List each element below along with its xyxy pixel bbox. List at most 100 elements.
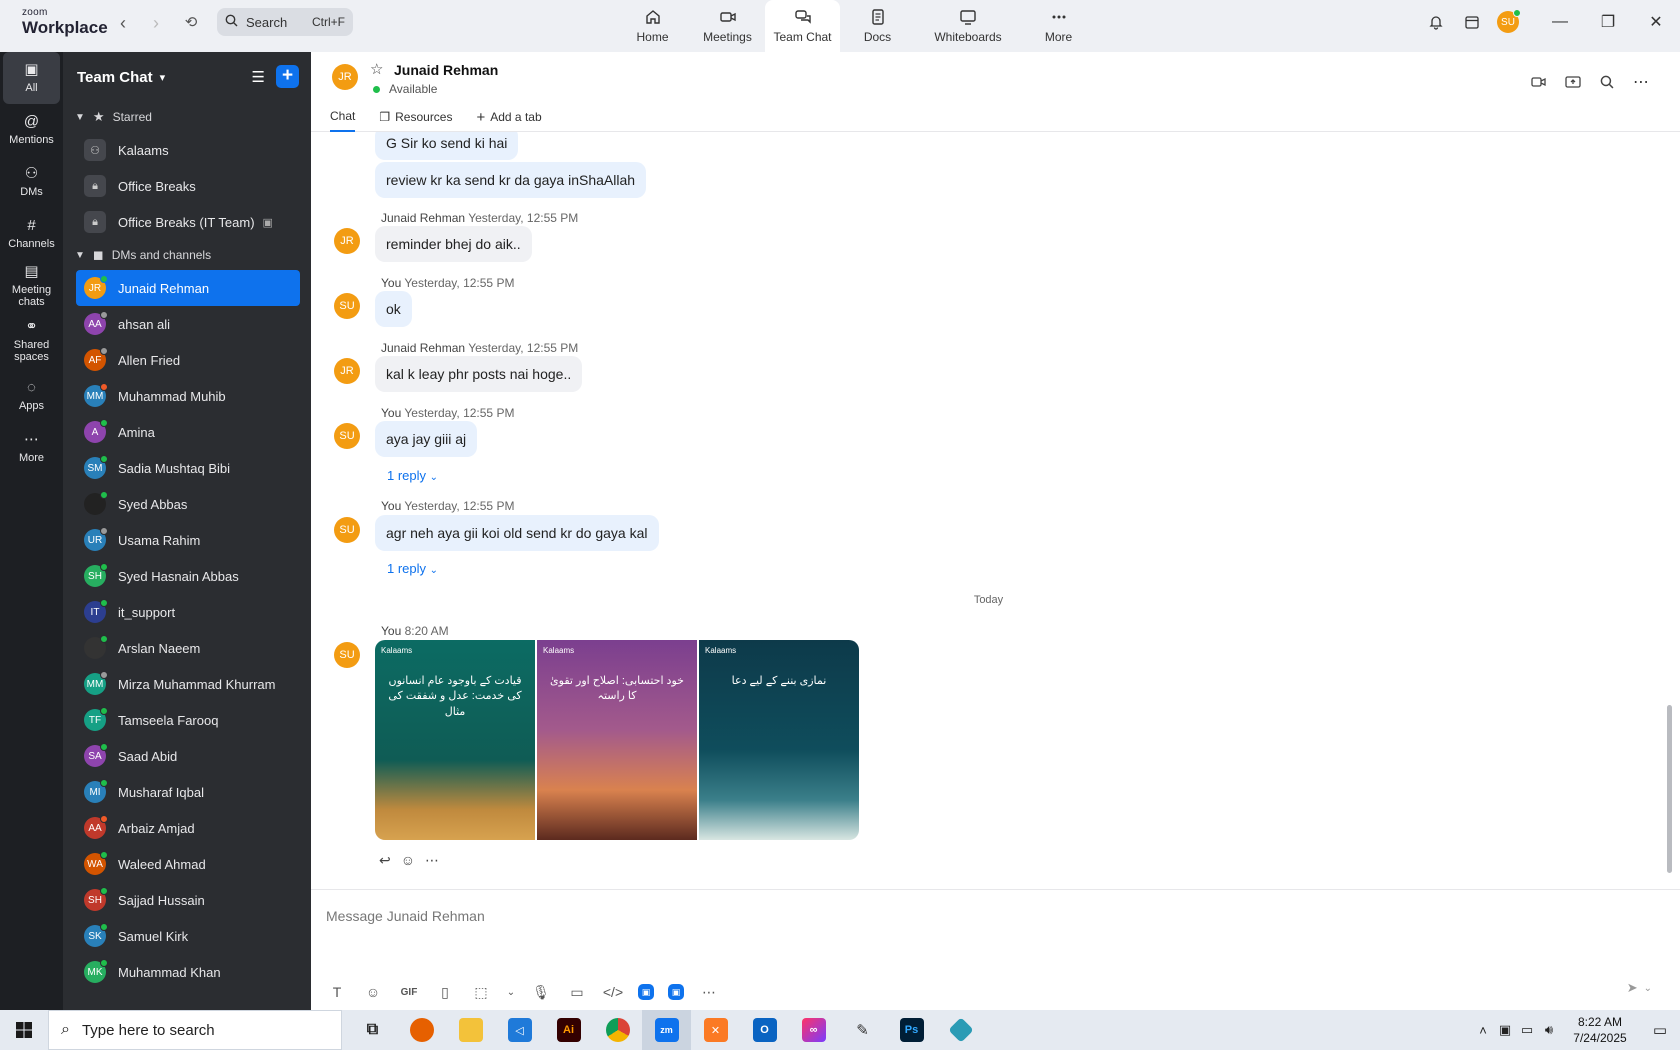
rail-all[interactable]: ▣ All bbox=[3, 52, 60, 104]
sidebar-item-dm[interactable]: IT it_support bbox=[63, 594, 300, 630]
search-icon[interactable] bbox=[1590, 64, 1624, 100]
pen-tool-icon[interactable]: ✎ bbox=[838, 1010, 887, 1050]
sidebar-item-dm[interactable]: A Amina bbox=[63, 414, 300, 450]
sidebar-item-dm[interactable]: Arslan Naeem bbox=[63, 630, 300, 666]
forward-arrow-icon[interactable]: › bbox=[145, 12, 167, 34]
image-attachment[interactable]: Kalaams نمازی بننے کے لیے دعا bbox=[699, 640, 859, 840]
sender-avatar[interactable]: SU bbox=[334, 293, 360, 319]
more-options-icon[interactable]: ⋯ bbox=[1624, 64, 1658, 100]
task-view-icon[interactable]: ⧉ bbox=[348, 1010, 397, 1050]
sender-avatar[interactable]: SU bbox=[334, 517, 360, 543]
sidebar-item-dm[interactable]: SM Sadia Mushtaq Bibi bbox=[63, 450, 300, 486]
tab-home[interactable]: Home bbox=[615, 0, 690, 52]
notifications-icon[interactable]: ▭ bbox=[1640, 1021, 1680, 1039]
message-input[interactable] bbox=[326, 904, 1626, 928]
calendar-icon[interactable] bbox=[1454, 4, 1490, 40]
file-explorer-icon[interactable] bbox=[446, 1010, 495, 1050]
message-bubble[interactable]: kal k leay phr posts nai hoge.. bbox=[375, 356, 583, 392]
search-box[interactable]: Search Ctrl+F bbox=[217, 8, 353, 36]
tab-docs[interactable]: Docs bbox=[840, 0, 915, 52]
chevron-down-icon[interactable]: ⌄ bbox=[1644, 983, 1652, 994]
sidebar-item-dm[interactable]: JR Junaid Rehman bbox=[76, 270, 300, 306]
sidebar-item-dm[interactable]: MM Muhammad Muhib bbox=[63, 378, 300, 414]
video-call-icon[interactable] bbox=[1522, 64, 1556, 100]
sidebar-item-dm[interactable]: TF Tamseela Farooq bbox=[63, 702, 300, 738]
message-bubble[interactable]: agr neh aya gii koi old send kr do gaya … bbox=[375, 515, 659, 551]
message-bubble[interactable]: reminder bhej do aik.. bbox=[375, 226, 532, 262]
chevron-down-icon[interactable]: ⌄ bbox=[506, 981, 516, 1003]
creative-cloud-icon[interactable]: ∞ bbox=[789, 1010, 838, 1050]
sidebar-item-dm[interactable]: UR Usama Rahim bbox=[63, 522, 300, 558]
chrome-icon[interactable] bbox=[593, 1010, 642, 1050]
message-bubble[interactable]: review kr ka send kr da gaya inShaAllah bbox=[375, 162, 647, 198]
sidebar-item-dm[interactable]: SK Samuel Kirk bbox=[63, 918, 300, 954]
sidebar-item-dm[interactable]: SA Saad Abid bbox=[63, 738, 300, 774]
more-options-icon[interactable]: ⋯ bbox=[425, 852, 439, 869]
sidebar-item-dm[interactable]: MK Muhammad Khan bbox=[63, 954, 300, 990]
contact-name[interactable]: Junaid Rehman bbox=[394, 62, 498, 78]
taskbar-search[interactable]: ⌕ Type here to search bbox=[48, 1010, 342, 1050]
rail-dms[interactable]: ⚇ DMs bbox=[0, 156, 63, 208]
rail-channels[interactable]: # Channels bbox=[0, 208, 63, 260]
microphone-icon[interactable]: 🎙︎ bbox=[530, 981, 552, 1003]
image-attachment[interactable]: Kalaams خود احتسابی: اصلاح اور تقویٰ کا … bbox=[537, 640, 697, 840]
send-icon[interactable]: ➤ bbox=[1627, 980, 1638, 996]
file-attach-icon[interactable]: ▯ bbox=[434, 981, 456, 1003]
sender-avatar[interactable]: SU bbox=[334, 642, 360, 668]
sidebar-title[interactable]: Team Chat bbox=[77, 69, 153, 86]
sender-avatar[interactable]: SU bbox=[334, 423, 360, 449]
photoshop-icon[interactable]: Ps bbox=[887, 1010, 936, 1050]
tab-meetings[interactable]: Meetings bbox=[690, 0, 765, 52]
firefox-icon[interactable] bbox=[397, 1010, 446, 1050]
history-icon[interactable]: ⟲ bbox=[180, 12, 202, 34]
sidebar-item-dm[interactable]: SH Syed Hasnain Abbas bbox=[63, 558, 300, 594]
tab-whiteboards[interactable]: Whiteboards bbox=[915, 0, 1021, 52]
message-bubble[interactable]: aya jay giii aj bbox=[375, 421, 478, 457]
reply-icon[interactable]: ↩ bbox=[379, 852, 391, 869]
sidebar-item-dm[interactable]: AA Arbaiz Amjad bbox=[63, 810, 300, 846]
star-icon[interactable]: ☆ bbox=[370, 60, 383, 78]
rail-shared-spaces[interactable]: ⚭ Shared spaces bbox=[0, 312, 63, 370]
sidebar-item-dm[interactable]: AA ahsan ali bbox=[63, 306, 300, 342]
network-icon[interactable]: ▭ bbox=[1516, 1022, 1538, 1038]
gif-icon[interactable]: GIF bbox=[398, 981, 420, 1003]
more-options-icon[interactable]: ⋯ bbox=[698, 981, 720, 1003]
outlook-icon[interactable]: O bbox=[740, 1010, 789, 1050]
filter-icon[interactable]: ☰ bbox=[252, 68, 265, 86]
sidebar-item-dm[interactable]: Syed Abbas bbox=[63, 486, 300, 522]
rail-apps[interactable]: ◌ Apps bbox=[0, 370, 63, 422]
code-snippet-icon[interactable]: </> bbox=[602, 981, 624, 1003]
image-attachment[interactable]: Kalaams قیادت کے باوجود عام انسانوں کی خ… bbox=[375, 640, 535, 840]
app-diamond-icon[interactable] bbox=[936, 1010, 985, 1050]
sender-avatar[interactable]: JR bbox=[334, 228, 360, 254]
reply-thread-link[interactable]: 1 reply ⌄ bbox=[387, 561, 438, 576]
share-screen-icon[interactable] bbox=[1556, 64, 1590, 100]
add-tab-button[interactable]: + Add a tab bbox=[476, 102, 541, 132]
tab-resources[interactable]: ❐ Resources bbox=[379, 102, 452, 132]
sender-avatar[interactable]: JR bbox=[334, 358, 360, 384]
volume-icon[interactable]: 🔊︎ bbox=[1538, 1022, 1560, 1038]
display-icon[interactable]: ▣ bbox=[1494, 1022, 1516, 1038]
sidebar-item-dm[interactable]: MI Musharaf Iqbal bbox=[63, 774, 300, 810]
video-message-icon[interactable]: ▭ bbox=[566, 981, 588, 1003]
illustrator-icon[interactable]: Ai bbox=[544, 1010, 593, 1050]
scrollbar[interactable] bbox=[1667, 705, 1672, 873]
contact-avatar[interactable]: JR bbox=[332, 64, 358, 90]
sidebar-item-dm[interactable]: WA Waleed Ahmad bbox=[63, 846, 300, 882]
maximize-icon[interactable]: ❐ bbox=[1584, 0, 1632, 44]
tab-chat[interactable]: Chat bbox=[330, 102, 356, 132]
sidebar-item-dm[interactable]: AF Allen Fried bbox=[63, 342, 300, 378]
rail-more[interactable]: ⋯ More bbox=[0, 422, 63, 474]
chevron-up-icon[interactable]: ˄ bbox=[1472, 1023, 1494, 1038]
new-chat-button[interactable]: + bbox=[276, 65, 299, 88]
profile-avatar-button[interactable]: SU bbox=[1490, 4, 1526, 40]
bell-icon[interactable] bbox=[1418, 4, 1454, 40]
text-format-icon[interactable]: T bbox=[326, 981, 348, 1003]
app-plugin-icon[interactable]: ▣ bbox=[638, 984, 654, 1000]
sidebar-item-kalaams[interactable]: ⚇ Kalaams bbox=[63, 132, 300, 168]
reply-thread-link[interactable]: 1 reply ⌄ bbox=[387, 468, 438, 483]
zoom-app-icon[interactable]: zm bbox=[642, 1010, 691, 1050]
sidebar-item-office-breaks-it[interactable]: 🔒︎ Office Breaks (IT Team) ▣ bbox=[63, 204, 300, 240]
whiteboard-share-icon[interactable]: ▣ bbox=[668, 984, 684, 1000]
chevron-down-icon[interactable]: ▾ bbox=[160, 71, 166, 84]
